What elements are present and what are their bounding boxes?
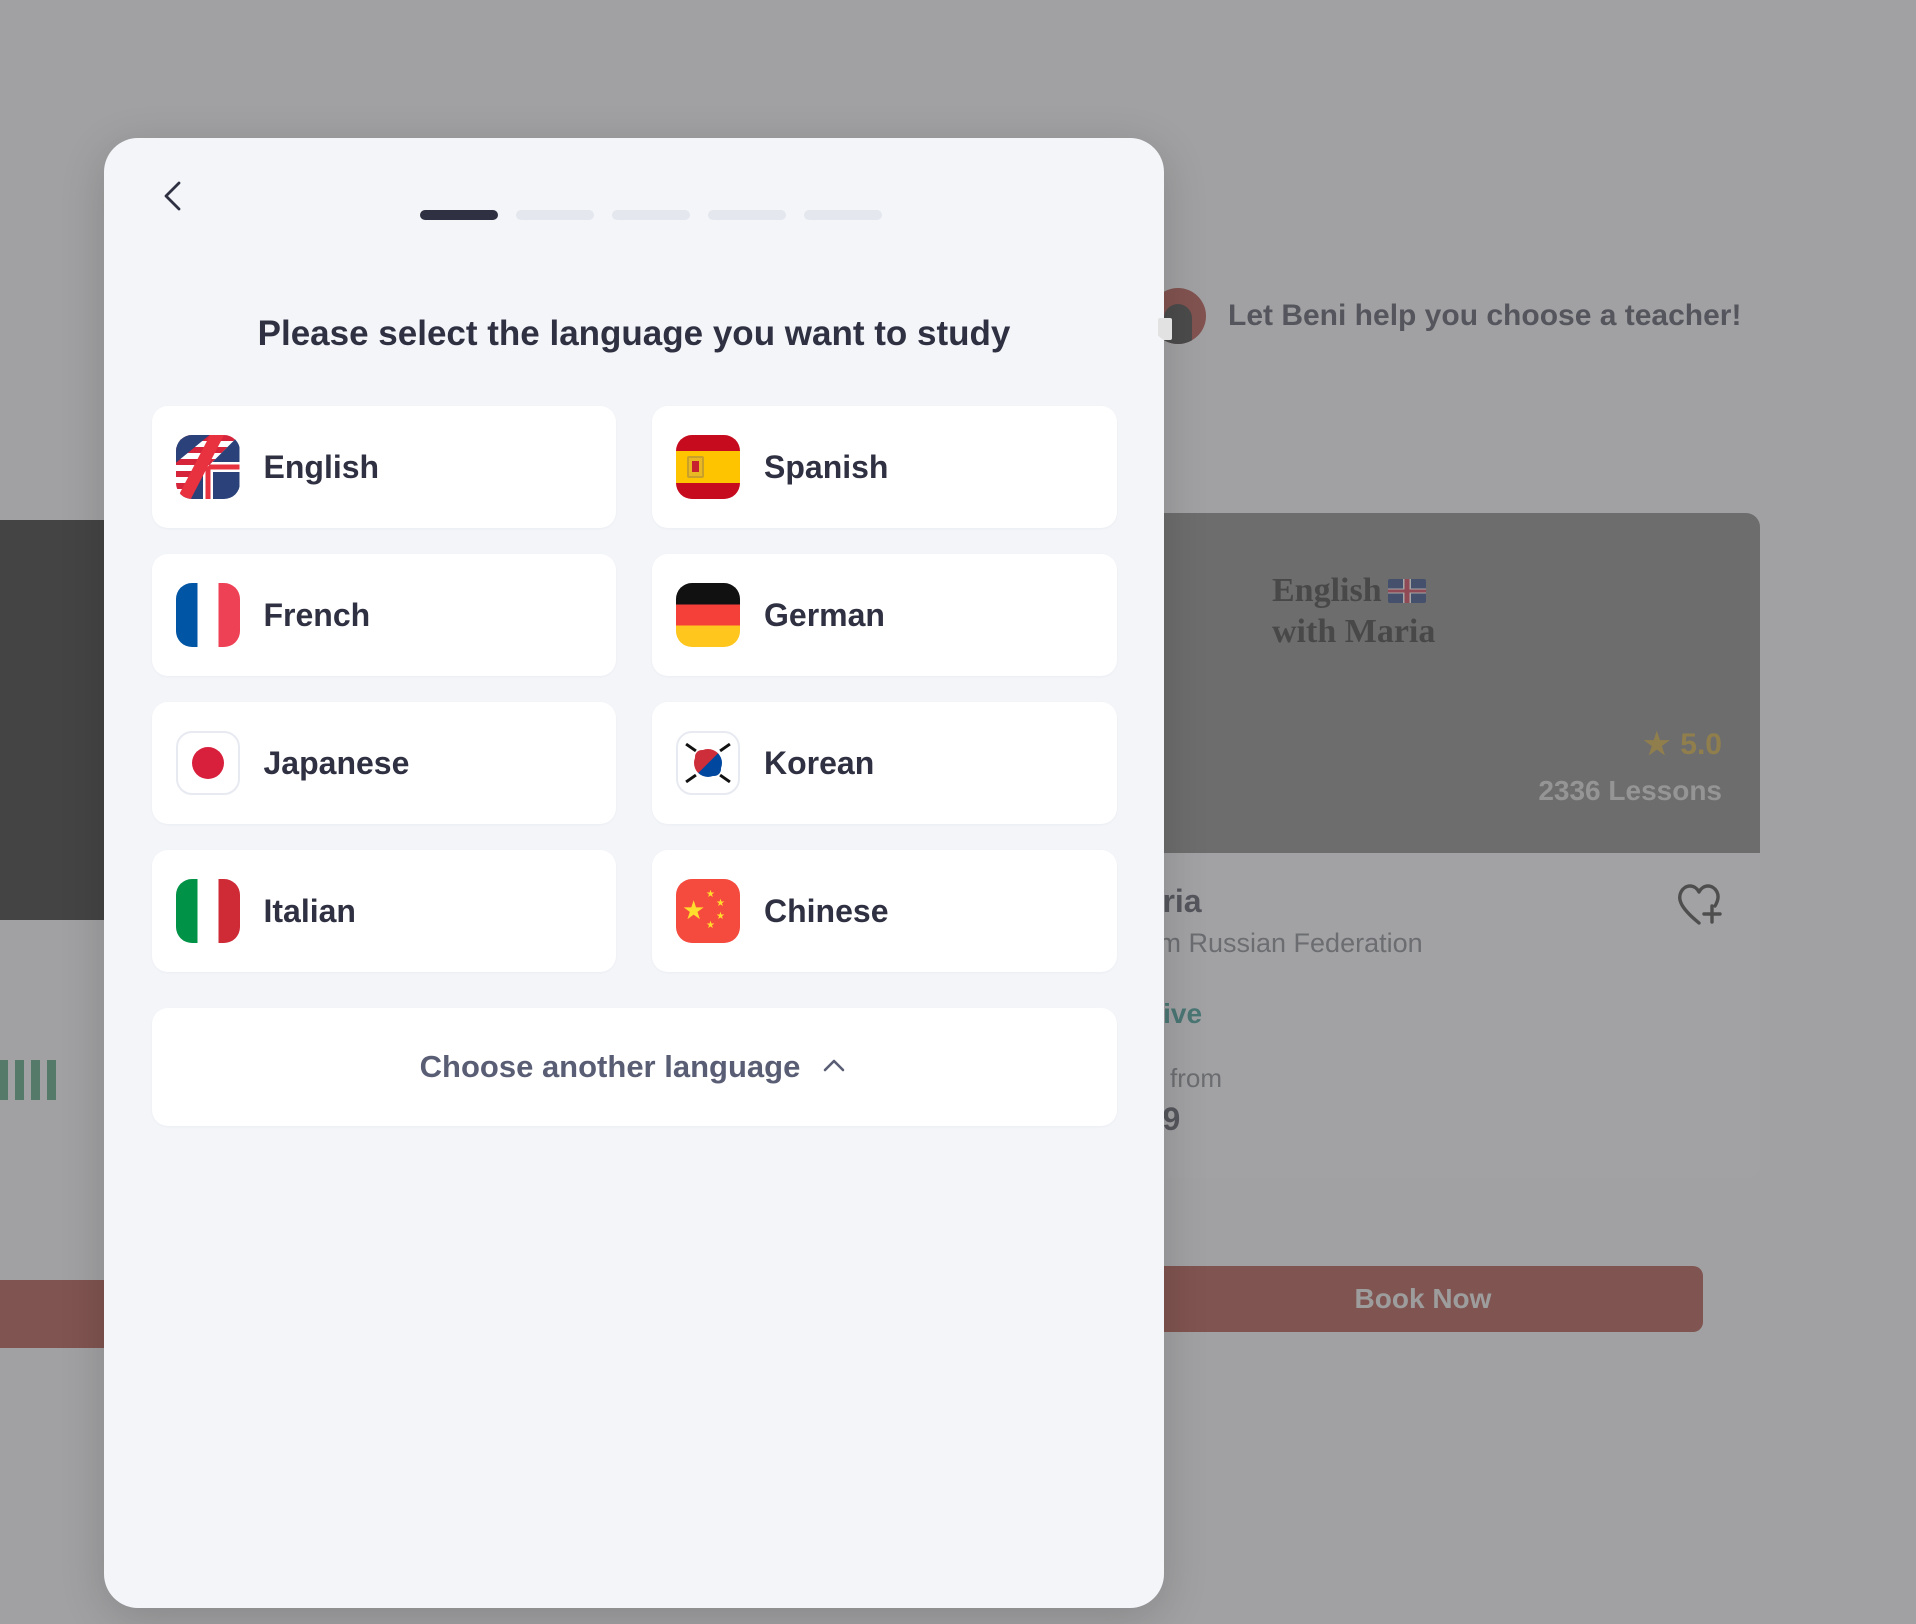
language-card-label: German: [764, 596, 885, 633]
language-card-spanish[interactable]: Spanish: [652, 406, 1117, 528]
language-selection-modal: Please select the language you want to s…: [104, 138, 1164, 1608]
language-card-label: Korean: [764, 744, 875, 781]
italian-flag-icon: [175, 879, 240, 943]
progress-bar: [420, 210, 882, 220]
german-flag-icon: [676, 583, 740, 647]
language-card-japanese[interactable]: Japanese: [151, 702, 616, 824]
language-grid: English Spanish French German Japanese Korean…: [151, 406, 1117, 972]
language-card-label: Spanish: [764, 448, 889, 485]
language-card-chinese[interactable]: ★ ★ ★ ★ ★ Chinese: [652, 850, 1117, 972]
chevron-up-icon: [820, 1052, 848, 1083]
english-flag-icon: [175, 435, 240, 499]
spanish-flag-icon: [676, 435, 740, 499]
progress-segment-2: [516, 210, 594, 220]
language-card-italian[interactable]: Italian: [151, 850, 616, 972]
french-flag-icon: [175, 583, 240, 647]
korean-flag-icon: [676, 731, 740, 795]
choose-another-language-button[interactable]: Choose another language: [151, 1008, 1117, 1126]
language-card-french[interactable]: French: [151, 554, 616, 676]
progress-segment-1: [420, 210, 498, 220]
chevron-left-icon[interactable]: [146, 168, 202, 224]
japanese-flag-icon: [175, 731, 240, 795]
progress-segment-5: [804, 210, 882, 220]
language-card-label: Japanese: [263, 744, 410, 781]
chinese-flag-icon: ★ ★ ★ ★ ★: [676, 879, 740, 943]
language-card-english[interactable]: English: [151, 406, 616, 528]
language-card-korean[interactable]: Korean: [652, 702, 1117, 824]
page-title: Please select the language you want to s…: [257, 314, 1011, 353]
language-card-label: French: [263, 596, 371, 633]
language-card-german[interactable]: German: [652, 554, 1117, 676]
progress-segment-4: [708, 210, 786, 220]
language-card-label: English: [263, 448, 380, 485]
choose-another-language-label: Choose another language: [419, 1049, 801, 1084]
modal-header: [104, 138, 1164, 258]
language-card-label: Chinese: [764, 892, 889, 929]
language-card-label: Italian: [263, 892, 356, 929]
progress-segment-3: [612, 210, 690, 220]
